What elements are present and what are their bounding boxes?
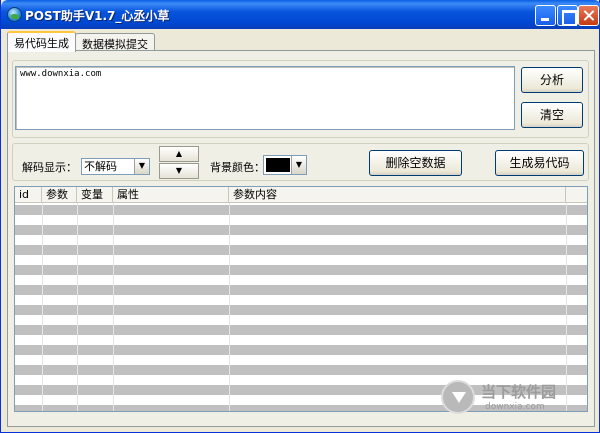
decode-select[interactable]: 不解码 ▼ (81, 158, 150, 175)
globe-icon (7, 7, 22, 22)
url-input[interactable]: www.downxia.com (15, 66, 515, 130)
analyze-button[interactable]: 分析 (521, 67, 583, 93)
decode-label: 解码显示： (22, 161, 77, 174)
delete-empty-button[interactable]: 删除空数据 (369, 150, 462, 176)
app-window: POST助手V1.7_心丞小草 易代码生成 数据模拟提交 www.downxia… (0, 0, 600, 433)
table-row[interactable] (15, 295, 587, 305)
maximize-button[interactable] (557, 5, 578, 26)
table-row[interactable] (15, 285, 587, 295)
table-row[interactable] (15, 225, 587, 235)
chevron-down-icon[interactable]: ▼ (291, 156, 306, 174)
table-row[interactable] (15, 245, 587, 255)
table-row[interactable] (15, 255, 587, 265)
column-header-content[interactable]: 参数内容 (229, 187, 566, 203)
table-row[interactable] (15, 205, 587, 215)
table-row[interactable] (15, 345, 587, 355)
generate-code-button[interactable]: 生成易代码 (495, 150, 584, 176)
tab-data-submit[interactable]: 数据模拟提交 (75, 33, 155, 51)
watermark-text: 当下软件园 (481, 383, 557, 401)
table-row[interactable] (15, 305, 587, 315)
arrow-down-icon[interactable]: ▼ (159, 163, 199, 179)
title-bar[interactable]: POST助手V1.7_心丞小草 (1, 0, 600, 29)
table-row[interactable] (15, 365, 587, 375)
window-title: POST助手V1.7_心丞小草 (25, 9, 170, 23)
tab-code-gen[interactable]: 易代码生成 (7, 31, 76, 52)
table-row[interactable] (15, 315, 587, 325)
chevron-down-icon[interactable]: ▼ (134, 159, 149, 174)
table-row[interactable] (15, 215, 587, 225)
table-row[interactable] (15, 235, 587, 245)
bg-color-select[interactable]: ▼ (263, 155, 307, 175)
params-table[interactable]: id 参数 变量 属性 参数内容 (14, 186, 588, 412)
table-row[interactable] (15, 275, 587, 285)
table-header: id 参数 变量 属性 参数内容 (15, 187, 587, 203)
order-spinner[interactable]: ▲ ▼ (159, 146, 199, 179)
download-logo-icon (441, 380, 475, 414)
table-row[interactable] (15, 335, 587, 345)
decode-select-value: 不解码 (84, 160, 117, 173)
arrow-up-icon[interactable]: ▲ (159, 146, 199, 162)
column-header-attribute[interactable]: 属性 (113, 187, 229, 203)
close-button[interactable] (578, 5, 599, 26)
watermark-url: downxia.com (485, 402, 545, 412)
table-row[interactable] (15, 265, 587, 275)
column-header-param[interactable]: 参数 (42, 187, 77, 203)
clear-button[interactable]: 清空 (521, 102, 583, 128)
table-row[interactable] (15, 325, 587, 335)
column-header-id[interactable]: id (15, 187, 42, 203)
watermark: 当下软件园 downxia.com (441, 380, 587, 418)
bg-color-label: 背景颜色： (210, 161, 265, 174)
column-header-variable[interactable]: 变量 (77, 187, 113, 203)
minimize-button[interactable] (535, 5, 556, 26)
color-swatch (266, 158, 290, 172)
table-row[interactable] (15, 355, 587, 365)
